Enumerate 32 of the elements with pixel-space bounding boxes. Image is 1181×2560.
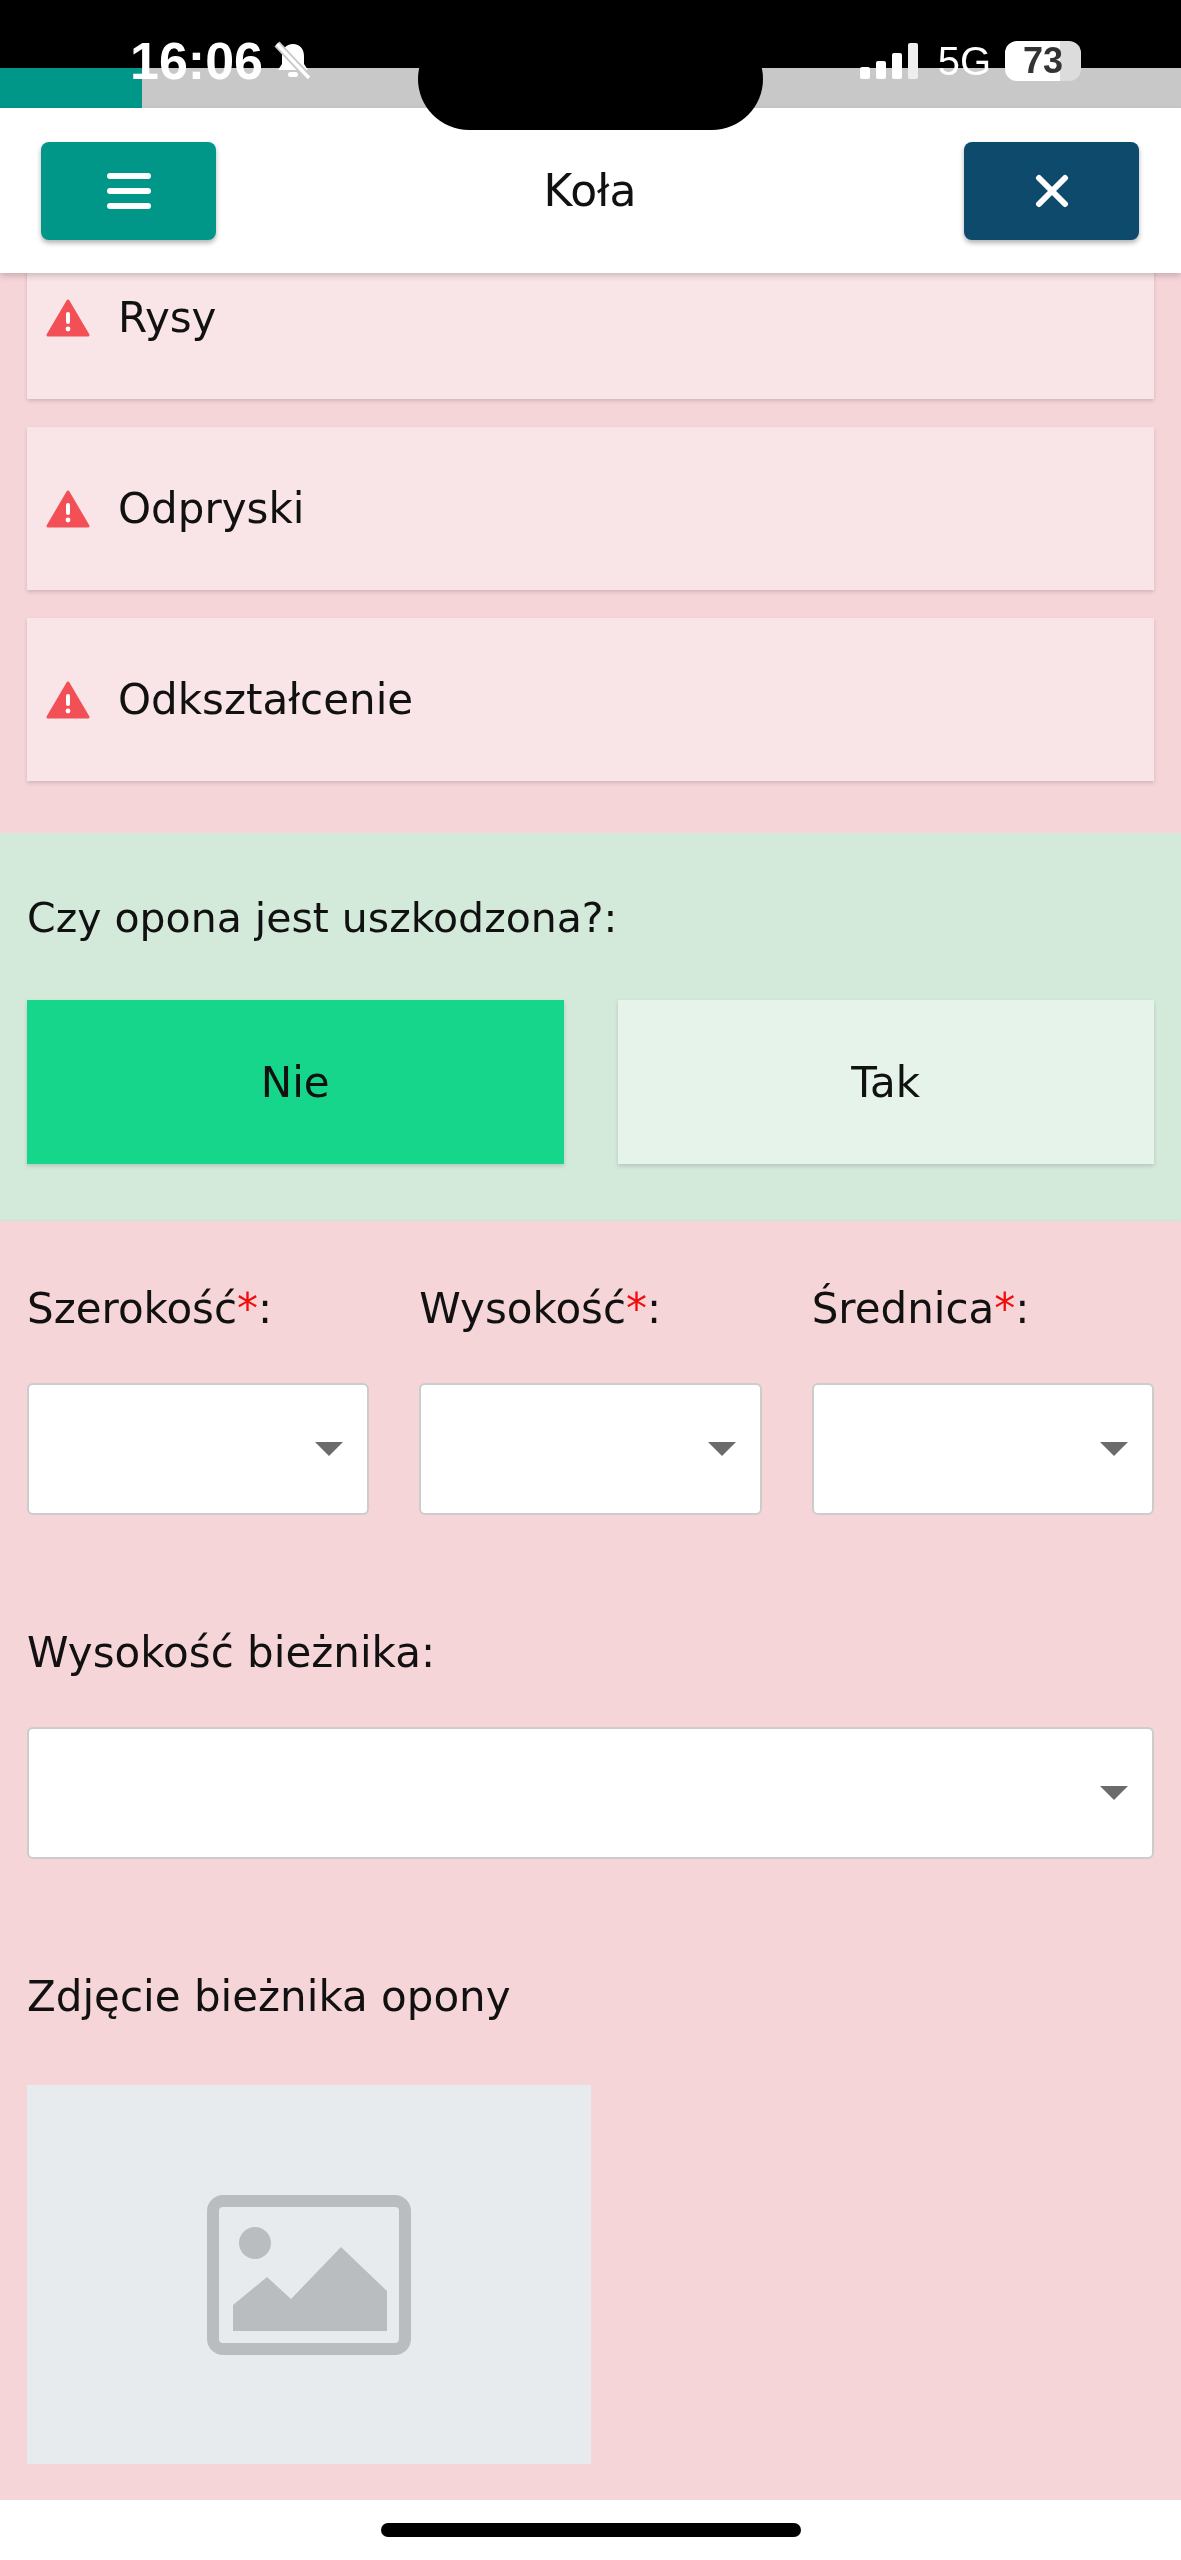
field-label: Wysokość bieżnika:	[27, 1627, 437, 1679]
caret-icon	[1100, 1442, 1128, 1456]
page-title: Koła	[543, 165, 637, 216]
field-label: Średnica*:	[811, 1282, 1031, 1335]
dropdown-field[interactable]	[27, 1727, 1154, 1859]
muted-bell-icon	[273, 40, 313, 82]
dropdown-field[interactable]	[419, 1383, 762, 1515]
photo-placeholder[interactable]	[27, 2085, 591, 2464]
caret-icon	[315, 1442, 344, 1456]
warning-icon	[46, 680, 90, 719]
answer-button[interactable]: Nie	[27, 1000, 564, 1164]
field-label: Zdjęcie bieżnika opony	[27, 1971, 512, 2023]
answer-button[interactable]: Tak	[617, 1000, 1154, 1164]
damage-label: Odkształcenie	[118, 675, 414, 724]
damage-label: Rysy	[118, 293, 217, 342]
dropdown-field[interactable]	[811, 1383, 1154, 1515]
damage-label: Odpryski	[118, 484, 305, 533]
image-placeholder-icon	[207, 2194, 411, 2355]
battery-indicator: 73	[1005, 41, 1081, 81]
caret-icon	[707, 1442, 736, 1456]
menu-icon	[104, 171, 153, 210]
menu-button[interactable]	[41, 141, 216, 240]
warning-icon	[46, 489, 90, 528]
home-indicator[interactable]	[380, 2523, 801, 2537]
field-label: Wysokość*:	[419, 1283, 663, 1335]
dropdown-field[interactable]	[27, 1383, 370, 1515]
field-label: Szerokość*:	[27, 1283, 274, 1335]
caret-icon	[1100, 1786, 1128, 1800]
close-button[interactable]	[964, 141, 1139, 240]
question-text: Czy opona jest uszkodzona?:	[27, 893, 619, 944]
close-icon	[1034, 173, 1069, 208]
warning-icon	[46, 298, 90, 337]
